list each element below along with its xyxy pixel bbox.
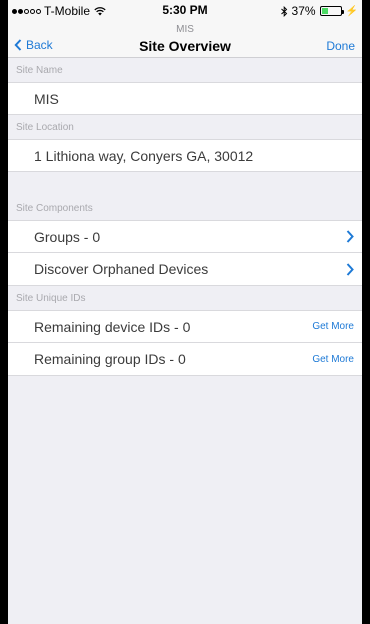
site-name-field[interactable]: MIS — [8, 82, 362, 115]
discover-orphaned-devices-row[interactable]: Discover Orphaned Devices — [8, 253, 362, 286]
remaining-group-ids-row: Remaining group IDs - 0 Get More — [8, 343, 362, 376]
content: Site Name MIS Site Location 1 Lithiona w… — [8, 58, 362, 376]
remaining-device-ids-row: Remaining device IDs - 0 Get More — [8, 310, 362, 343]
site-location-field[interactable]: 1 Lithiona way, Conyers GA, 30012 — [8, 139, 362, 172]
groups-label: Groups - 0 — [34, 228, 101, 245]
done-button[interactable]: Done — [326, 39, 355, 53]
status-right: 37% ⚡ — [280, 4, 358, 18]
page-title: Site Overview — [139, 38, 231, 54]
site-location-value: 1 Lithiona way, Conyers GA, 30012 — [34, 147, 254, 164]
bluetooth-icon — [280, 5, 287, 17]
battery-percent: 37% — [291, 4, 316, 18]
chevron-right-icon — [346, 230, 354, 243]
screen: T-Mobile 5:30 PM 37% ⚡ Back MIS Site Ove… — [8, 0, 362, 624]
status-bar: T-Mobile 5:30 PM 37% ⚡ — [8, 0, 362, 20]
section-header-site-unique-ids: Site Unique IDs — [8, 286, 362, 310]
battery-icon — [319, 6, 344, 16]
get-more-group-ids-button[interactable]: Get More — [312, 354, 354, 365]
section-header-site-components: Site Components — [8, 196, 362, 220]
section-header-site-location: Site Location — [8, 115, 362, 139]
site-name-value: MIS — [34, 90, 59, 107]
device-frame: T-Mobile 5:30 PM 37% ⚡ Back MIS Site Ove… — [0, 0, 370, 624]
navigation-bar: Back MIS Site Overview Done — [8, 20, 362, 58]
battery-level-fill — [321, 8, 329, 14]
chevron-right-icon — [346, 262, 354, 276]
remaining-group-ids-label: Remaining group IDs - 0 — [34, 351, 186, 367]
discover-orphaned-devices-label: Discover Orphaned Devices — [34, 261, 209, 277]
get-more-device-ids-button[interactable]: Get More — [312, 321, 354, 332]
nav-subtitle: MIS — [176, 24, 194, 35]
groups-row[interactable]: Groups - 0 — [8, 220, 362, 253]
section-header-site-name: Site Name — [8, 58, 362, 82]
battery-tip — [341, 10, 344, 14]
charging-bolt-icon: ⚡ — [345, 5, 358, 17]
remaining-device-ids-label: Remaining device IDs - 0 — [34, 318, 191, 335]
